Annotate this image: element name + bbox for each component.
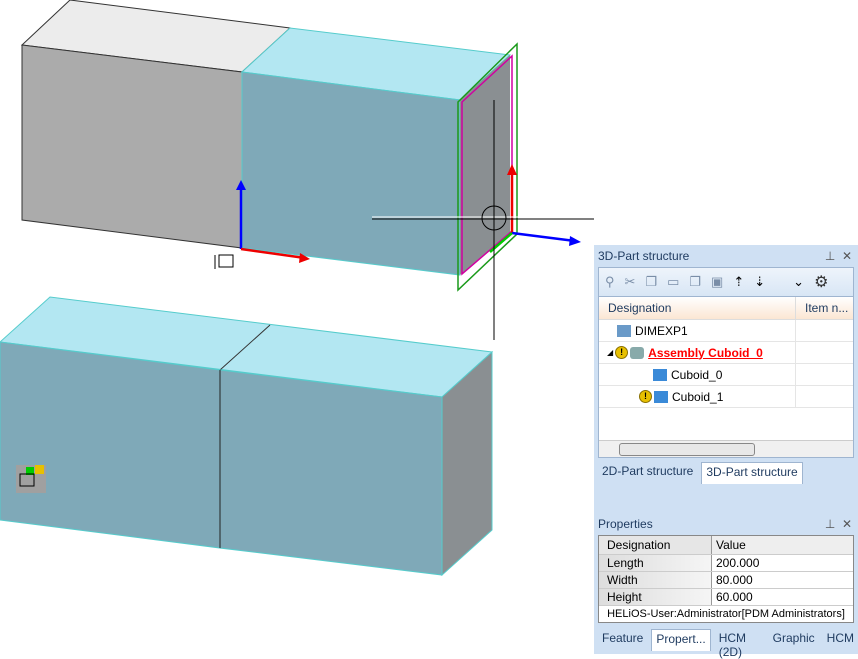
status-text: HELiOS-User:Administrator[PDM Administra… [607,608,845,620]
tree-item[interactable]: DIMEXP1 [599,320,853,342]
column-header: Value [716,538,746,552]
item-label: Cuboid_1 [672,389,724,404]
copy-icon[interactable]: ❐ [645,274,657,290]
close-icon[interactable]: ✕ [842,249,852,263]
bottom-assembly[interactable] [0,296,494,577]
pin-icon[interactable]: ⊥ [825,249,835,263]
panel-title: 3D-Part structure [598,249,690,263]
gear-icon[interactable]: ⚙ [814,272,828,292]
tab-hcm-2d[interactable]: HCM (2D) [715,629,765,659]
tab-graphic[interactable]: Graphic [769,629,819,651]
column-header[interactable]: Designation [599,297,796,319]
property-key: Width [599,572,712,588]
item-label: Assembly Cuboid_0 [648,345,763,360]
tree-item[interactable]: ! Cuboid_1 [599,386,853,408]
cut-icon[interactable]: ✂ [625,274,636,290]
panel-title: Properties [598,517,653,531]
assembly-icon [630,346,645,359]
horizontal-scrollbar[interactable] [599,440,853,457]
tab-properties[interactable]: Propert... [651,629,711,651]
close-icon[interactable]: ✕ [842,517,852,531]
part-structure-panel: 3D-Part structure ⊥ ✕ ⚲ ✂ ❐ ▭ ❐ ▣ ⇡ ⇣ ⌄ ⚙ Designat… [594,245,858,513]
tab-2d-part-structure[interactable]: 2D-Part structure [598,462,697,484]
find-icon[interactable]: ⚲ [605,274,615,290]
cuboid-icon [654,390,668,403]
property-value[interactable]: 200.000 [712,555,759,571]
sort-down-icon[interactable]: ⇣ [754,274,765,290]
expand-icon[interactable]: ◢ [607,348,613,357]
sort-up-icon[interactable]: ⇡ [733,274,744,290]
hcm-marker-icon[interactable] [16,465,46,493]
property-key: Length [599,555,712,571]
cuboid-h-icon [653,368,667,381]
structure-toolbar: ⚲ ✂ ❐ ▭ ❐ ▣ ⇡ ⇣ ⌄ ⚙ [598,267,854,297]
column-header: Designation [599,536,712,554]
tab-hcm[interactable]: HCM [823,629,858,651]
paste-new-icon[interactable]: ▣ [711,274,723,290]
properties-panel: Properties ⊥ ✕ Designation Value Length 200… [594,513,858,659]
tab-3d-part-structure[interactable]: 3D-Part structure [701,462,803,484]
property-key: Height [599,589,712,605]
properties-table: Designation Value Length 200.000 Width 80.0… [598,535,854,623]
structure-tree: Designation Item n... DIMEXP1 ◢! Assembly … [598,297,854,458]
property-row[interactable]: Height 60.000 [599,589,853,606]
tree-item[interactable]: Cuboid_0 [599,364,853,386]
drawing-icon [617,324,631,337]
item-label: DIMEXP1 [635,323,688,338]
warning-icon: ! [639,390,652,403]
property-value[interactable]: 80.000 [712,572,753,588]
column-header[interactable]: Item n... [796,297,848,319]
dimension-icon [214,254,234,269]
property-value[interactable]: 60.000 [712,589,753,605]
tab-feature[interactable]: Feature [598,629,647,651]
pin-icon[interactable]: ⊥ [825,517,835,531]
paste-icon[interactable]: ▭ [667,274,679,290]
warning-icon: ! [615,346,629,359]
3d-viewport[interactable] [0,0,594,654]
item-label: Cuboid_0 [671,367,723,382]
property-row[interactable]: Length 200.000 [599,555,853,572]
property-row[interactable]: Width 80.000 [599,572,853,589]
overflow-icon[interactable]: ⌄ [793,274,804,290]
paste-special-icon[interactable]: ❐ [689,274,701,290]
top-assembly[interactable] [20,0,518,292]
tree-item[interactable]: ◢! Assembly Cuboid_0 [599,342,853,364]
